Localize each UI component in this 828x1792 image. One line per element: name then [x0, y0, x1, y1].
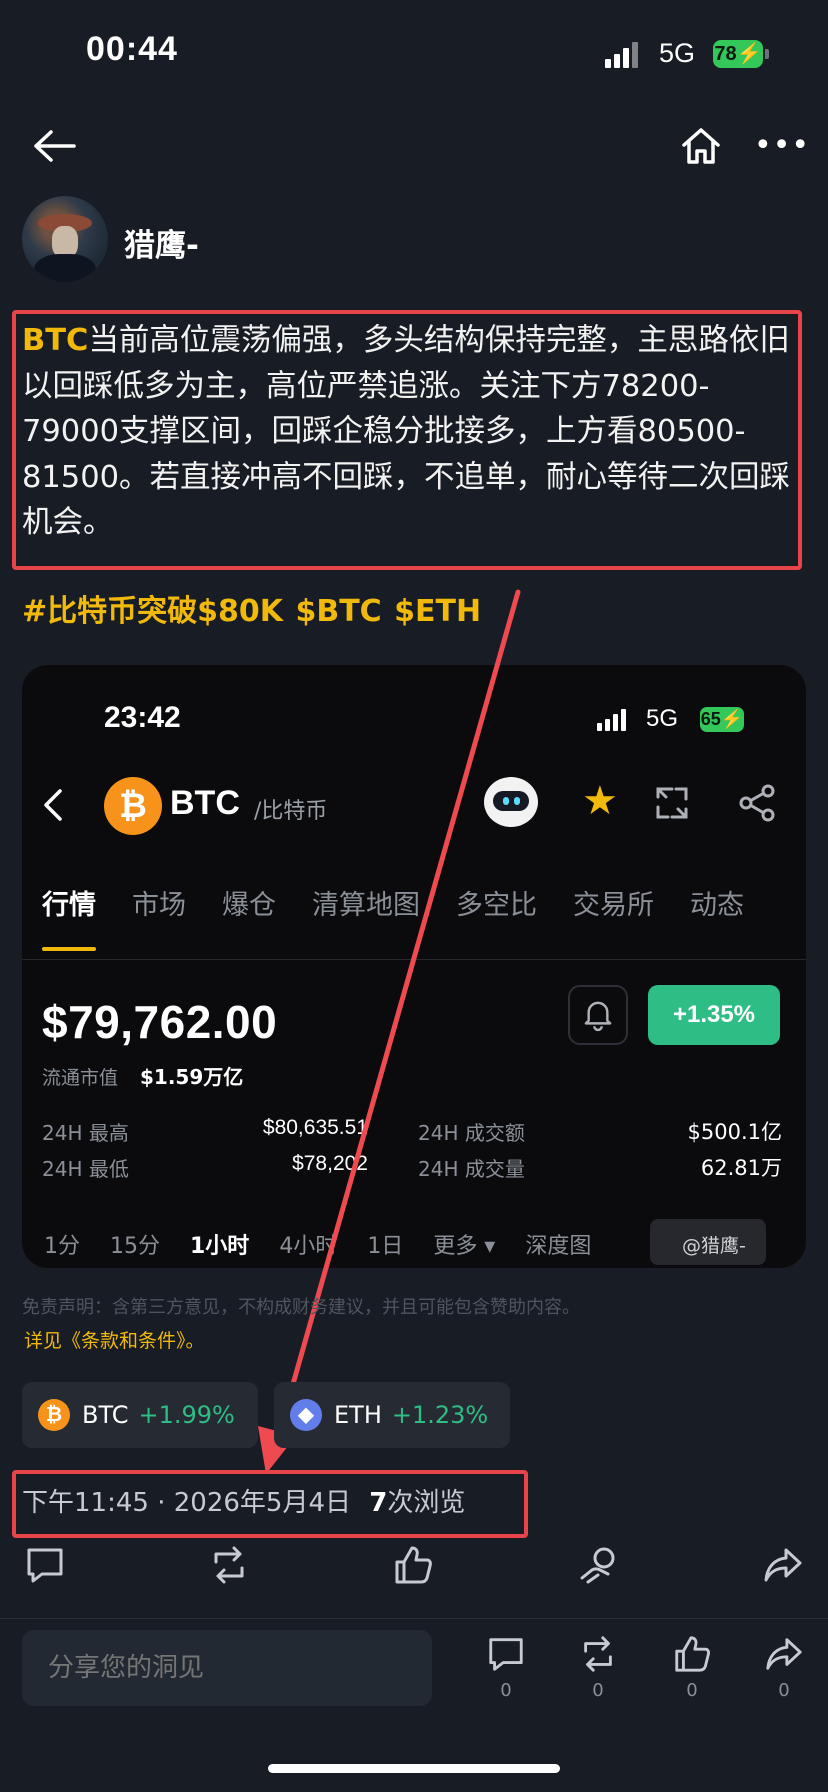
disclaimer-text: 免责声明：含第三方意见，不构成财务建议，并且可能包含赞助内容。 — [22, 1297, 580, 1318]
tab-liquidation-map: 清算地图 — [312, 890, 420, 921]
embedded-tabs: 行情 市场 爆仓 清算地图 多空比 交易所 动态 — [42, 883, 780, 922]
watermark: @猎鹰- — [682, 1235, 746, 1257]
coin-chip-btc[interactable]: ₿ BTC +1.99% — [22, 1382, 258, 1448]
volume-value: 62.81万 — [700, 1156, 782, 1180]
tab-news: 动态 — [690, 890, 744, 921]
ai-robot-icon — [484, 777, 538, 827]
embedded-status-time: 23:42 — [104, 701, 181, 734]
chip-symbol: ETH — [334, 1401, 382, 1429]
status-time: 00:44 — [86, 30, 178, 68]
network-label: 5G — [659, 38, 696, 68]
tab-liquidations: 爆仓 — [222, 890, 276, 921]
volume-label: 24H 成交量 — [418, 1157, 525, 1181]
share-icon[interactable] — [762, 1544, 804, 1586]
tab-underline — [42, 947, 96, 951]
embedded-network: 5G — [646, 705, 679, 732]
share-insight-input[interactable] — [22, 1630, 432, 1706]
low-label: 24H 最低 — [42, 1157, 129, 1181]
comment-icon[interactable] — [24, 1544, 66, 1586]
bottom-repost-icon[interactable] — [578, 1634, 618, 1674]
market-cap-label: 流通市值 — [42, 1067, 119, 1089]
embedded-back-icon — [44, 789, 62, 821]
swap-icon — [656, 787, 688, 819]
bitcoin-coin-icon: ₿ — [104, 777, 162, 835]
share-count: 0 — [778, 1680, 790, 1701]
tab-long-short: 多空比 — [456, 890, 537, 921]
embedded-price: $79,762.00 — [42, 996, 278, 1048]
more-options-icon[interactable]: ••• — [754, 131, 810, 161]
bell-icon — [568, 985, 628, 1045]
highlight-box-meta — [12, 1470, 528, 1538]
terms-link[interactable]: 详见《条款和条件》。 — [24, 1326, 205, 1353]
interval-more: 更多 ▾ — [433, 1234, 496, 1259]
like-count: 0 — [686, 1680, 698, 1701]
tip-icon[interactable] — [578, 1544, 620, 1586]
interval-15m: 15分 — [110, 1234, 160, 1259]
market-cap-value: $1.59万亿 — [140, 1065, 244, 1089]
chip-change: +1.99% — [138, 1401, 235, 1429]
low-value: $78,202 — [292, 1152, 368, 1175]
interval-4h: 4小时 — [279, 1234, 338, 1259]
repost-count: 0 — [592, 1680, 604, 1701]
interval-1h: 1小时 — [190, 1234, 250, 1259]
high-value: $80,635.51 — [262, 1116, 368, 1139]
bottom-comment-icon[interactable] — [486, 1634, 526, 1674]
embedded-signal-icon — [597, 709, 629, 731]
chip-change: +1.23% — [391, 1401, 489, 1429]
bottom-share-icon[interactable] — [764, 1634, 804, 1674]
highlight-box-post — [12, 310, 802, 570]
tab-market: 行情 — [42, 890, 96, 921]
embedded-screenshot[interactable]: 23:42 5G 65⚡ ₿ BTC /比特币 ★ 行情 市场 爆仓 清算地图 … — [22, 665, 806, 1268]
embedded-battery-level: 65 — [700, 709, 721, 729]
bottom-like-icon[interactable] — [672, 1634, 712, 1674]
ethereum-icon: ◆ — [290, 1399, 322, 1431]
embedded-symbol: BTC — [170, 784, 240, 822]
turnover-label: 24H 成交额 — [418, 1121, 525, 1145]
high-label: 24H 最高 — [42, 1121, 129, 1145]
depth-chart-tab: 深度图 — [525, 1234, 592, 1259]
author-name[interactable]: 猎鹰- — [124, 220, 199, 265]
coin-chip-eth[interactable]: ◆ ETH +1.23% — [274, 1382, 510, 1448]
like-icon[interactable] — [392, 1544, 434, 1586]
battery-icon: 78⚡ — [713, 40, 763, 68]
bitcoin-icon: ₿ — [38, 1399, 70, 1431]
divider — [0, 1618, 828, 1619]
star-icon: ★ — [582, 778, 618, 824]
signal-icon — [605, 42, 641, 68]
price-change-badge: +1.35% — [648, 985, 780, 1045]
tab-market-data: 市场 — [132, 890, 186, 921]
chip-symbol: BTC — [82, 1401, 129, 1429]
avatar[interactable] — [22, 196, 108, 282]
embedded-battery-icon: 65⚡ — [700, 707, 744, 732]
comment-count: 0 — [500, 1680, 512, 1701]
interval-1m: 1分 — [44, 1234, 80, 1259]
interval-row: 1分 15分 1小时 4小时 1日 更多 ▾ 深度图 — [44, 1228, 621, 1260]
battery-level: 78 — [714, 43, 737, 65]
turnover-value: $500.1亿 — [687, 1120, 782, 1144]
repost-icon[interactable] — [208, 1544, 250, 1586]
post-hashtags[interactable]: #比特币突破$80K $BTC $ETH — [22, 586, 481, 630]
embedded-share-icon — [739, 784, 775, 822]
home-indicator — [268, 1764, 560, 1773]
interval-1d: 1日 — [367, 1234, 404, 1259]
battery-tip — [765, 49, 769, 59]
tab-exchanges: 交易所 — [573, 890, 654, 921]
home-icon[interactable] — [680, 126, 722, 166]
tab-divider — [22, 959, 806, 960]
back-arrow-icon[interactable] — [32, 128, 78, 164]
embedded-subname: /比特币 — [254, 799, 328, 824]
